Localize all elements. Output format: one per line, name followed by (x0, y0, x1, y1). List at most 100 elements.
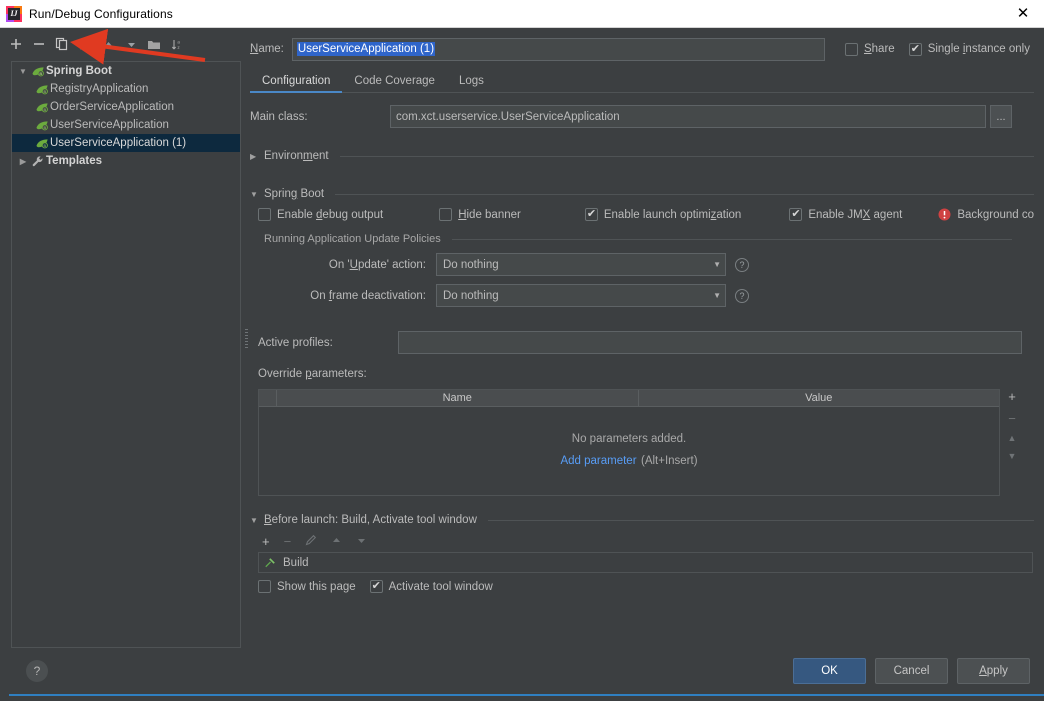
dialog-title-bar: IJ Run/Debug Configurations ✕ (0, 0, 1044, 28)
parameters-side-toolbar: + − ▲ ▼ (1000, 389, 1024, 496)
chevron-down-icon: ▼ (713, 291, 721, 300)
configuration-tabs: Configuration Code Coverage Logs (250, 68, 1034, 93)
background-compilation-warning: Background compilation enabled (938, 208, 1034, 221)
new-folder-button[interactable] (144, 34, 164, 54)
ok-button[interactable]: OK (793, 658, 866, 684)
enable-launch-optimization-label: Enable launch optimization (603, 208, 742, 221)
parameters-table-header: Name Value (259, 390, 999, 407)
add-task-button[interactable]: + (262, 535, 270, 548)
move-parameter-up-button[interactable]: ▲ (1008, 434, 1017, 443)
single-instance-checkbox[interactable]: Single instance only (908, 42, 1030, 56)
chevron-down-icon[interactable]: ▼ (16, 67, 30, 76)
tab-configuration[interactable]: Configuration (250, 75, 343, 93)
tree-node-label: RegistryApplication (50, 83, 149, 95)
update-policies-label: Running Application Update Policies (264, 233, 441, 245)
background-compilation-warning-text: Background compilation enabled (957, 208, 1034, 221)
hide-banner-checkbox[interactable]: Hide banner (439, 208, 521, 221)
activate-tool-window-box (369, 579, 383, 593)
close-icon[interactable]: ✕ (1006, 1, 1040, 27)
panel-splitter[interactable] (243, 28, 250, 648)
tree-node-user-service-application-1[interactable]: B UserServiceApplication (1) (12, 134, 240, 152)
tree-node-templates[interactable]: ▶ Templates (12, 152, 240, 170)
configurations-tree[interactable]: ▼ B Spring Boot B RegistryApplication B … (11, 61, 241, 648)
build-hammer-icon (264, 556, 277, 569)
parameters-column-checkbox (259, 390, 277, 406)
move-task-down-button[interactable] (356, 535, 367, 548)
activate-tool-window-checkbox[interactable]: Activate tool window (369, 579, 493, 593)
main-class-browse-button[interactable]: ... (990, 105, 1012, 128)
tree-node-order-service-application[interactable]: B OrderServiceApplication (12, 98, 240, 116)
on-frame-help-icon[interactable]: ? (735, 288, 749, 303)
spring-boot-section-header[interactable]: ▼ Spring Boot (250, 188, 1034, 200)
remove-configuration-button[interactable] (29, 34, 49, 54)
add-parameter-link[interactable]: Add parameter (560, 455, 636, 467)
enable-launch-optimization-checkbox[interactable]: Enable launch optimization (584, 207, 742, 221)
on-frame-deactivation-value: Do nothing (443, 289, 499, 302)
before-launch-task-label: Build (283, 556, 309, 569)
spring-boot-icon: B (34, 101, 50, 114)
name-row-options: Share Single instance only (844, 42, 1034, 56)
environment-section-header[interactable]: ▶ Environment (250, 150, 1034, 162)
before-launch-task-list[interactable]: Build (258, 552, 1033, 573)
move-down-button[interactable] (121, 34, 141, 54)
move-parameter-down-button[interactable]: ▼ (1008, 452, 1017, 461)
single-instance-label: Single instance only (927, 43, 1030, 55)
remove-parameter-button[interactable]: − (1008, 412, 1016, 425)
tab-logs[interactable]: Logs (447, 75, 496, 92)
parameters-column-value: Value (805, 392, 833, 404)
main-class-row: Main class: com.xct.userservice.UserServ… (250, 105, 1034, 128)
on-frame-deactivation-row: On frame deactivation: Do nothing ▼ ? (250, 284, 1034, 307)
before-launch-task-build[interactable]: Build (259, 553, 1032, 572)
environment-section-label: Environment (264, 150, 329, 162)
on-frame-deactivation-dropdown[interactable]: Do nothing ▼ (436, 284, 726, 307)
parameters-table[interactable]: Name Value No parameters added. Add para… (258, 389, 1000, 496)
on-update-help-icon[interactable]: ? (735, 257, 749, 272)
name-input[interactable]: UserServiceApplication (1) (291, 37, 825, 61)
share-checkbox[interactable]: Share (844, 42, 895, 56)
before-launch-toolbar: + − (262, 534, 1034, 548)
wrench-icon (30, 155, 46, 168)
section-divider (339, 155, 1034, 157)
save-configuration-button[interactable] (75, 34, 95, 54)
help-button[interactable]: ? (26, 660, 48, 682)
tree-node-user-service-application[interactable]: B UserServiceApplication (12, 116, 240, 134)
add-configuration-button[interactable] (6, 34, 26, 54)
intellij-idea-icon: IJ (6, 5, 22, 22)
before-launch-header[interactable]: ▼ Before launch: Build, Activate tool wi… (250, 514, 1034, 526)
active-profiles-input[interactable] (398, 331, 1022, 354)
enable-debug-output-checkbox[interactable]: Enable debug output (258, 208, 383, 221)
tree-node-label: UserServiceApplication (1) (50, 137, 187, 149)
share-label: Share (863, 43, 895, 55)
edit-task-button[interactable] (305, 534, 317, 548)
chevron-right-icon[interactable]: ▶ (16, 157, 30, 166)
override-parameters-label: Override parameters: (258, 368, 367, 380)
remove-task-button[interactable]: − (284, 535, 292, 548)
dialog-title: Run/Debug Configurations (29, 6, 173, 21)
add-parameter-button[interactable]: + (1008, 390, 1016, 403)
sort-icon[interactable]: a z (167, 34, 187, 54)
apply-button[interactable]: Apply (957, 658, 1030, 684)
backdrop-focus-border-bottom (9, 694, 1044, 696)
tree-node-label: OrderServiceApplication (50, 101, 175, 113)
show-this-page-checkbox[interactable]: Show this page (258, 580, 356, 593)
svg-text:B: B (43, 88, 46, 93)
error-circle-icon (938, 208, 951, 221)
before-launch-title: Before launch: Build, Activate tool wind… (264, 514, 477, 526)
move-task-up-button[interactable] (331, 535, 342, 548)
share-checkbox-box (844, 42, 858, 56)
run-debug-configurations-dialog: IJ Run/Debug Configurations ✕ a z ▼ B Sp… (0, 0, 1044, 694)
svg-text:B: B (43, 124, 46, 129)
tree-node-registry-application[interactable]: B RegistryApplication (12, 80, 240, 98)
section-divider (335, 193, 1034, 195)
copy-configuration-button[interactable] (52, 34, 72, 54)
enable-jmx-agent-checkbox[interactable]: Enable JMX agent (789, 207, 902, 221)
main-class-input[interactable]: com.xct.userservice.UserServiceApplicati… (390, 105, 986, 128)
on-update-action-dropdown[interactable]: Do nothing ▼ (436, 253, 726, 276)
show-this-page-box (258, 580, 271, 593)
tab-code-coverage[interactable]: Code Coverage (342, 75, 447, 92)
cancel-button[interactable]: Cancel (875, 658, 948, 684)
tree-node-spring-boot[interactable]: ▼ B Spring Boot (12, 62, 240, 80)
move-up-button[interactable] (98, 34, 118, 54)
chevron-down-icon: ▼ (250, 515, 258, 525)
update-policies-section-header: Running Application Update Policies (264, 233, 1034, 245)
